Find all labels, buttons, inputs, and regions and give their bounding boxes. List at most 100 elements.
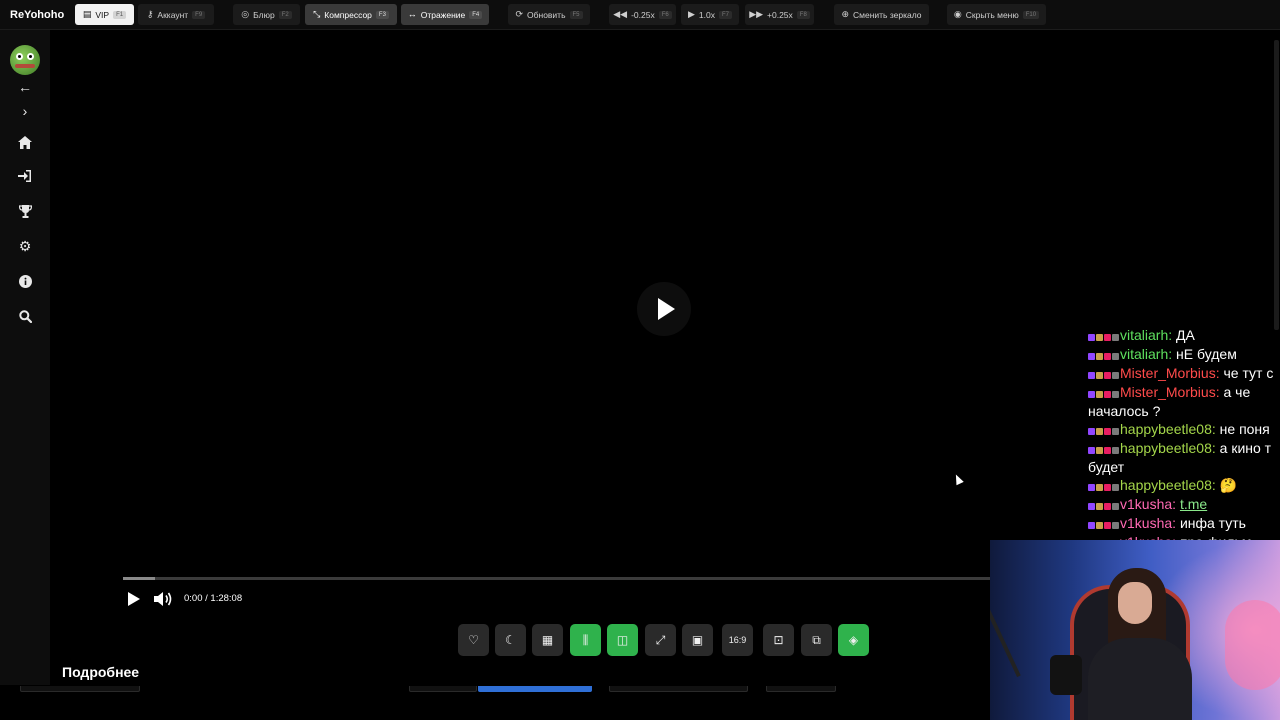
screenshot-button[interactable]: ⊡ [763, 624, 794, 656]
bottom-tab[interactable] [409, 686, 477, 692]
hide-menu-button[interactable]: ◉ Скрыть меню F10 [947, 4, 1046, 25]
chat-separator: : [1211, 477, 1220, 493]
search-icon[interactable] [15, 306, 35, 326]
chat-nick[interactable]: vitaliarh [1120, 327, 1168, 343]
badge-icon [1112, 428, 1119, 435]
mirror-button[interactable]: ↔ Отражение F4 [401, 4, 489, 25]
favorite-button[interactable]: ♡ [458, 624, 489, 656]
change-mirror-button[interactable]: ⊕ Сменить зеркало [834, 4, 929, 25]
bottom-tab[interactable] [766, 686, 836, 692]
audio-button[interactable]: ⫼ [570, 624, 601, 656]
expand-icon: ⤢ [655, 632, 666, 647]
badge-icon [1088, 522, 1095, 529]
badge-icon [1104, 353, 1111, 360]
chat-badges [1088, 496, 1120, 514]
chat-nick[interactable]: Mister_Morbius [1120, 384, 1216, 400]
login-icon[interactable] [15, 166, 35, 186]
play-icon: ▶ [687, 9, 695, 19]
chat-badges [1088, 365, 1120, 383]
blur-button[interactable]: ◎ Блюр F2 [233, 4, 300, 25]
chat-nick[interactable]: happybeetle08 [1120, 477, 1212, 493]
expand-button[interactable]: ⤢ [645, 624, 676, 656]
picture-in-picture-button[interactable]: ▣ [682, 624, 713, 656]
chat-text: началось ? [1088, 403, 1161, 419]
layers-button[interactable]: ◈ [838, 624, 869, 656]
avatar-eye [27, 53, 34, 60]
account-button[interactable]: ⚷ Аккаунт F9 [138, 4, 214, 25]
bottom-tab[interactable] [20, 686, 140, 692]
info-icon[interactable] [15, 271, 35, 291]
microphone [1050, 655, 1082, 695]
dim-mode-button[interactable]: ☾ [495, 624, 526, 656]
brand-logo[interactable]: ReYohoho [10, 0, 64, 30]
badge-icon [1088, 428, 1095, 435]
chat-nick[interactable]: v1kusha [1120, 515, 1172, 531]
badge-icon [1104, 447, 1111, 454]
back-arrow-icon[interactable]: ← [15, 77, 35, 97]
page-scrollbar[interactable] [1274, 40, 1279, 330]
chat-message: v1kusha: t.me [1088, 495, 1280, 514]
chat-nick[interactable]: Mister_Morbius [1120, 365, 1216, 381]
progress-fill [123, 577, 156, 580]
chat-text: инфа туть [1179, 515, 1246, 531]
mirror-toggle-button[interactable]: ◫ [607, 624, 638, 656]
chat-nick[interactable]: v1kusha [1120, 496, 1172, 512]
chat-nick[interactable]: happybeetle08 [1120, 440, 1212, 456]
bottom-tab-active[interactable] [478, 686, 592, 692]
chat-message: Mister_Morbius: че тут с [1088, 364, 1280, 383]
grid-button[interactable]: ▦ [532, 624, 563, 656]
chat-badges [1088, 440, 1120, 458]
webcam-overlay [990, 540, 1280, 720]
badge-icon [1112, 334, 1119, 341]
chat-overlay: vitaliarh: ДА vitaliarh: нЕ будем Mister_M… [1088, 326, 1280, 540]
pip-icon: ▣ [691, 633, 704, 647]
badge-icon [1104, 372, 1111, 379]
speed-up-button[interactable]: ▶▶ +0.25x F8 [745, 4, 814, 25]
refresh-button[interactable]: ⟳ Обновить F5 [508, 4, 590, 25]
focus-frame-icon: ⊡ [773, 633, 784, 647]
avatar-mouth [15, 64, 35, 68]
chat-nick[interactable]: happybeetle08 [1120, 421, 1212, 437]
time-display: 0:00 / 1:28:08 [184, 593, 243, 604]
chat-link[interactable]: t.me [1180, 496, 1207, 512]
badge-icon [1104, 428, 1111, 435]
aspect-ratio-button[interactable]: 16:9 [722, 624, 753, 656]
home-icon[interactable] [15, 132, 35, 152]
bottom-tab[interactable] [609, 686, 748, 692]
forward-chevron-icon[interactable]: › [15, 101, 35, 121]
progress-bar[interactable] [123, 577, 990, 580]
copy-icon: ⧉ [812, 632, 821, 647]
gear-icon[interactable]: ⚙ [15, 236, 35, 256]
avatar-eye [16, 53, 23, 60]
speed-down-button[interactable]: ◀◀ -0.25x F6 [609, 4, 676, 25]
avatar[interactable] [10, 45, 40, 75]
trophy-icon[interactable] [15, 201, 35, 221]
chat-message: v1kusha: про фильм [1088, 533, 1280, 540]
chat-text: а че [1223, 384, 1251, 400]
badge-icon [1096, 428, 1103, 435]
chat-separator: : [1172, 496, 1180, 512]
chat-message: happybeetle08: не поня [1088, 420, 1280, 439]
play-button[interactable] [128, 592, 140, 606]
badge-icon [1096, 503, 1103, 510]
vip-button[interactable]: ▤ VIP F1 [75, 4, 134, 25]
details-heading[interactable]: Подробнее [62, 664, 139, 680]
chat-nick[interactable]: vitaliarh [1120, 346, 1168, 362]
moon-icon: ☾ [505, 633, 516, 647]
badge-icon [1088, 484, 1095, 491]
copy-button[interactable]: ⧉ [801, 624, 832, 656]
badge-icon [1112, 353, 1119, 360]
refresh-icon: ⟳ [515, 9, 524, 19]
badge-icon [1088, 334, 1095, 341]
chat-separator: : [1211, 421, 1220, 437]
speed-reset-button[interactable]: ▶ 1.0x F7 [681, 4, 739, 25]
badge-icon [1112, 372, 1119, 379]
chat-text: 🤔 [1219, 477, 1238, 493]
top-toolbar: ReYohoho ▤ VIP F1 ⚷ Аккаунт F9 ◎ Блюр F2… [0, 0, 1280, 30]
volume-button[interactable] [153, 590, 173, 608]
eye-icon: ◉ [953, 9, 962, 19]
compressor-button[interactable]: ⤡ Компрессор F3 [305, 4, 397, 25]
badge-icon [1096, 334, 1103, 341]
big-play-button[interactable] [637, 282, 691, 336]
volume-icon [154, 592, 172, 606]
